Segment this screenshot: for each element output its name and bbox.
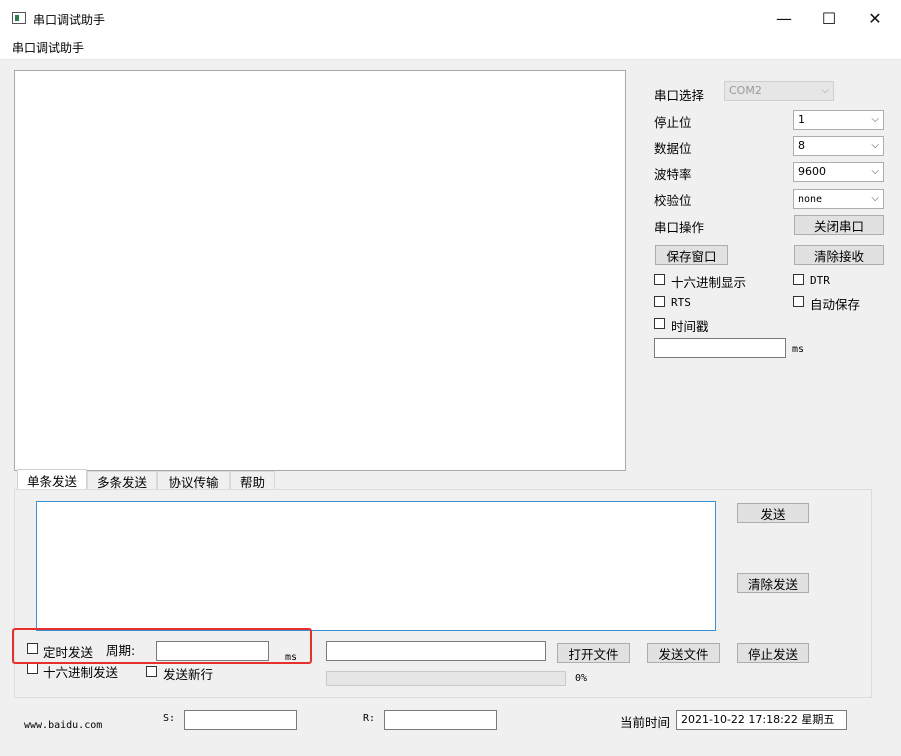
chevron-down-icon: ⌵ [871,166,879,177]
send-newline-checkbox[interactable] [146,666,157,677]
current-time-field: 2021-10-22 17:18:22 星期五 [676,710,847,730]
close-port-button[interactable]: 关闭串口 [794,215,884,235]
file-path-input[interactable] [326,641,546,661]
tab-multi-send[interactable]: 多条发送 [87,471,157,490]
sent-count-label: S: [163,713,176,724]
app-icon [12,12,26,24]
stopbits-label: 停止位 [654,115,692,130]
tab-help[interactable]: 帮助 [230,471,275,490]
parity-label: 校验位 [654,193,692,208]
window-title: 串口调试助手 [33,13,106,27]
send-newline-label: 发送新行 [163,667,214,682]
tab-single-send[interactable]: 单条发送 [17,469,87,490]
chevron-down-icon: ⌵ [821,85,829,96]
timestamp-label: 时间戳 [671,319,709,334]
auto-save-checkbox[interactable] [793,296,804,307]
dtr-checkbox[interactable] [793,274,804,285]
clear-send-button[interactable]: 清除发送 [737,573,809,593]
close-button[interactable]: ✕ [852,4,898,32]
received-count-label: R: [363,713,376,724]
stopbits-select[interactable]: 1 ⌵ [793,110,884,130]
send-file-button[interactable]: 发送文件 [647,643,720,663]
databits-select[interactable]: 8 ⌵ [793,136,884,156]
stopbits-value: 1 [798,113,805,126]
parity-value: none [798,194,823,205]
sent-count-field [184,710,297,730]
chevron-down-icon: ⌵ [871,114,879,125]
receive-text-area[interactable] [14,70,626,471]
hex-display-checkbox[interactable] [654,274,665,285]
title-bar: 串口调试助手 — ☐ ✕ [0,0,901,35]
rts-checkbox[interactable] [654,296,665,307]
stop-send-button[interactable]: 停止发送 [737,643,809,663]
timestamp-checkbox[interactable] [654,318,665,329]
baud-select[interactable]: 9600 ⌵ [793,162,884,182]
progress-text: 0% [575,673,588,684]
databits-value: 8 [798,139,805,152]
port-select-label: 串口选择 [654,88,705,103]
clear-receive-button[interactable]: 清除接收 [794,245,884,265]
current-time-label: 当前时间 [620,715,671,730]
hex-send-label: 十六进制发送 [43,665,119,680]
port-operation-label: 串口操作 [654,220,705,235]
website-label: www.baidu.com [24,720,103,731]
hex-send-checkbox[interactable] [27,663,38,674]
baud-value: 9600 [798,165,826,178]
send-button[interactable]: 发送 [737,503,809,523]
dtr-label: DTR [810,274,830,287]
tab-protocol[interactable]: 协议传输 [157,471,230,490]
timestamp-interval-input[interactable] [654,338,786,358]
received-count-field [384,710,497,730]
hex-display-label: 十六进制显示 [671,275,747,290]
databits-label: 数据位 [654,141,692,156]
maximize-button[interactable]: ☐ [806,4,852,32]
interval-unit-label: ms [792,344,805,355]
chevron-down-icon: ⌵ [871,193,879,204]
rts-label: RTS [671,296,691,309]
parity-select[interactable]: none ⌵ [793,189,884,209]
send-progress-bar [326,671,566,686]
port-select-value: COM2 [729,84,762,97]
send-text-area[interactable] [36,501,716,631]
chevron-down-icon: ⌵ [871,140,879,151]
baud-label: 波特率 [654,167,692,182]
auto-save-label: 自动保存 [810,297,861,312]
minimize-button[interactable]: — [761,4,807,32]
menu-item-assistant[interactable]: 串口调试助手 [12,39,84,56]
highlight-box [12,628,312,664]
save-window-button[interactable]: 保存窗口 [655,245,728,265]
open-file-button[interactable]: 打开文件 [557,643,630,663]
menu-bar: 串口调试助手 [0,35,901,60]
port-select[interactable]: COM2 ⌵ [724,81,834,101]
